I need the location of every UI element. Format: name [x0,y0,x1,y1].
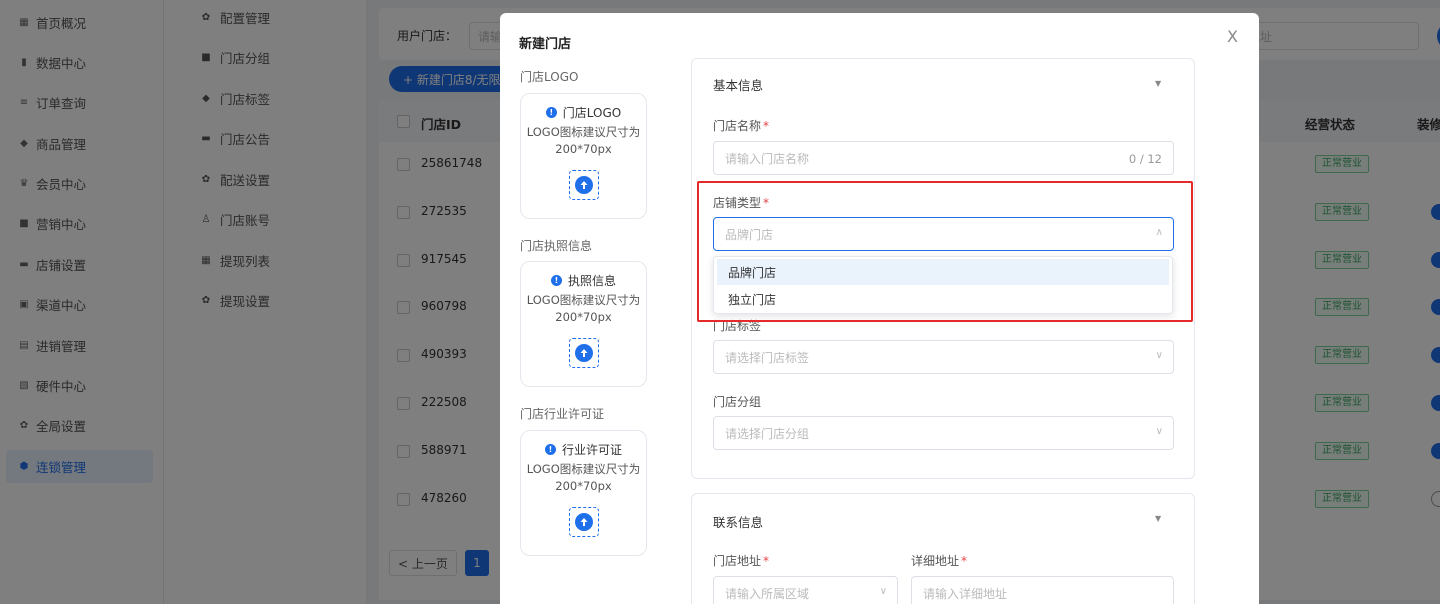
detail-address-label: 详细地址 * [911,554,968,568]
cloud-upload-icon [575,513,593,531]
contact-info-section: 联系信息 ▼ 门店地址 * 请输入所属区域 ∨ 详细地址 * 请输入详细地址 [691,493,1195,604]
chevron-down-icon: ∨ [1155,426,1163,437]
upload-button[interactable] [569,170,599,200]
license-upload-card[interactable]: ! 执照信息 LOGO图标建议尺寸为200*70px [520,261,647,387]
collapse-caret-icon[interactable]: ▼ [1155,514,1161,523]
info-icon: ! [545,107,557,118]
upload-head-text: 门店LOGO [562,106,622,120]
upload-desc: LOGO图标建议尺寸为200*70px [526,125,641,156]
store-name-input[interactable]: 请输入门店名称 0 / 12 [713,141,1174,175]
upload-head-text: 执照信息 [567,274,616,288]
char-count: 0 / 12 [1128,152,1162,166]
upload-head-text: 行业许可证 [561,443,622,457]
logo-upload-card[interactable]: ! 门店LOGO LOGO图标建议尺寸为200*70px [520,93,647,219]
close-icon[interactable]: X [1227,27,1238,46]
info-icon: ! [550,275,562,286]
basic-info-title: 基本信息 [713,78,764,93]
upload-button[interactable] [569,338,599,368]
cloud-upload-icon [575,344,593,362]
store-tag-select[interactable]: 请选择门店标签 ∨ [713,340,1174,374]
upload-head: ! 门店LOGO [521,104,646,121]
highlight-box [697,181,1193,322]
contact-info-title: 联系信息 [713,515,764,530]
upload-head: ! 行业许可证 [521,441,646,458]
store-address-label: 门店地址 * [713,554,770,568]
cloud-upload-icon [575,176,593,194]
permit-upload-card[interactable]: ! 行业许可证 LOGO图标建议尺寸为200*70px [520,430,647,556]
upload-button[interactable] [569,507,599,537]
store-group-label: 门店分组 [713,395,762,409]
store-name-label: 门店名称 * [713,119,770,133]
collapse-caret-icon[interactable]: ▼ [1155,79,1161,88]
info-icon: ! [544,444,556,455]
chevron-down-icon: ∨ [879,586,887,597]
store-group-select[interactable]: 请选择门店分组 ∨ [713,416,1174,450]
detail-address-input[interactable]: 请输入详细地址 [911,576,1174,604]
upload-section-label: 门店行业许可证 [520,407,605,421]
upload-desc: LOGO图标建议尺寸为200*70px [526,293,641,324]
chevron-down-icon: ∨ [1155,350,1163,361]
region-select[interactable]: 请输入所属区域 ∨ [713,576,898,604]
modal-title: 新建门店 [519,37,572,52]
upload-section-label: 门店LOGO [520,70,579,84]
upload-desc: LOGO图标建议尺寸为200*70px [526,462,641,493]
upload-head: ! 执照信息 [521,272,646,289]
upload-section-label: 门店执照信息 [520,239,593,253]
